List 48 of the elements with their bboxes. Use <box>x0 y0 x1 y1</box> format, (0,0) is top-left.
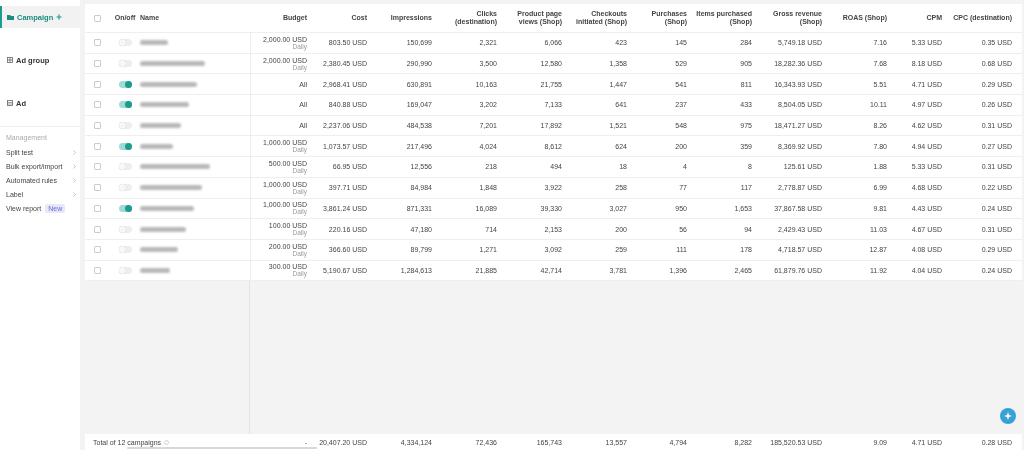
help-button[interactable] <box>1000 408 1016 424</box>
blurred-name <box>140 123 181 129</box>
checkbox[interactable] <box>94 14 101 22</box>
toggle-switch[interactable] <box>118 204 132 212</box>
toggle-switch[interactable] <box>118 142 132 150</box>
blurred-name <box>140 267 170 273</box>
checkbox[interactable] <box>94 225 101 233</box>
toggle-switch[interactable] <box>118 266 132 274</box>
checkbox[interactable] <box>94 39 101 47</box>
checkbox[interactable] <box>94 142 101 150</box>
checkbox[interactable] <box>94 266 101 274</box>
blurred-name <box>140 40 168 46</box>
checkbox[interactable] <box>94 80 101 88</box>
checkbox[interactable] <box>94 122 101 130</box>
grid-icon <box>7 57 13 63</box>
blurred-name <box>140 185 202 191</box>
blurred-name <box>140 205 194 211</box>
toggle-switch[interactable] <box>118 122 132 130</box>
folder-icon <box>7 14 14 20</box>
toggle-switch[interactable] <box>118 246 132 254</box>
toggle-switch[interactable] <box>118 163 132 171</box>
blurred-name <box>140 61 205 67</box>
scrollbar[interactable] <box>127 447 317 449</box>
plus-icon <box>56 14 63 20</box>
blurred-name <box>140 81 197 87</box>
toggle-switch[interactable] <box>118 225 132 233</box>
toggle-switch[interactable] <box>118 39 132 47</box>
blurred-name <box>140 226 186 232</box>
chevron-right-icon <box>73 163 76 169</box>
checkbox[interactable] <box>94 204 101 212</box>
chevron-right-icon <box>73 177 76 183</box>
chevron-right-icon <box>73 191 76 197</box>
blurred-name <box>140 164 210 170</box>
blurred-name <box>140 247 178 253</box>
checkbox[interactable] <box>94 101 101 109</box>
toggle-switch[interactable] <box>118 101 132 109</box>
checkbox[interactable] <box>94 163 101 171</box>
checkbox[interactable] <box>94 60 101 68</box>
toggle-switch[interactable] <box>118 60 132 68</box>
chevron-right-icon <box>73 149 76 155</box>
toggle-switch[interactable] <box>118 80 132 88</box>
toggle-switch[interactable] <box>118 184 132 192</box>
sparkle-icon <box>1004 412 1012 420</box>
blurred-name <box>140 102 189 108</box>
checkbox[interactable] <box>94 246 101 254</box>
grid-icon <box>7 100 13 106</box>
blurred-name <box>140 143 173 149</box>
checkbox[interactable] <box>94 184 101 192</box>
